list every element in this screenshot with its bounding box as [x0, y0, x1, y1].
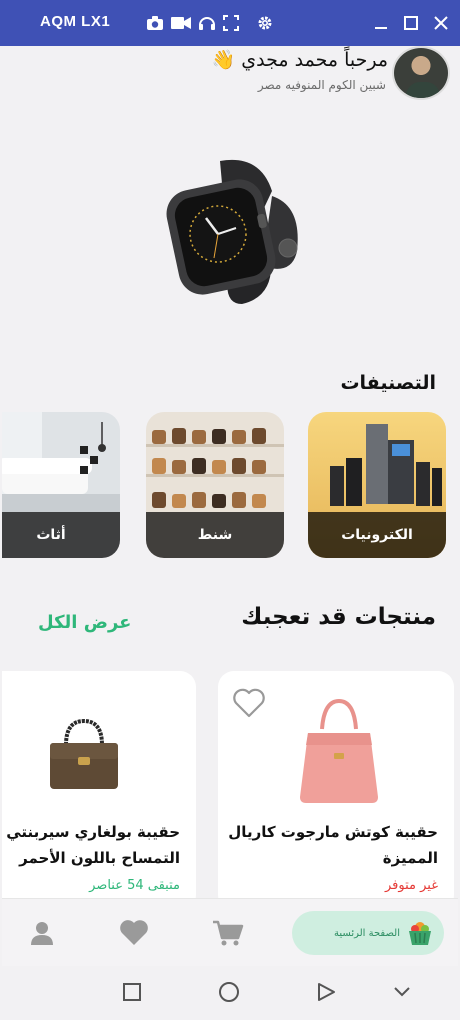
- cart-icon[interactable]: [210, 915, 246, 951]
- maximize-icon[interactable]: [400, 12, 422, 34]
- home-circle-icon[interactable]: [217, 980, 241, 1004]
- category-card-bags[interactable]: شنط: [146, 412, 284, 558]
- category-label: شنط: [146, 512, 284, 558]
- products-title: منتجات قد تعجبك: [241, 604, 436, 630]
- bags-image: [146, 428, 284, 508]
- chevron-down-icon[interactable]: [390, 980, 414, 1004]
- bottom-navigation: الصفحة الرئسية: [2, 898, 458, 966]
- category-label: أثاث: [2, 512, 120, 558]
- heart-icon[interactable]: [116, 915, 152, 951]
- categories-title: التصنيفات: [340, 372, 436, 394]
- product-card[interactable]: حقيبة كوتش مارجوت كاريال المميزة غير متو…: [218, 671, 454, 911]
- video-icon[interactable]: [170, 12, 192, 34]
- settings-icon[interactable]: [254, 12, 276, 34]
- emulator-window: AQM LX1 مرحباً محمد مجدي 👋 شبين الكوم ال…: [0, 0, 460, 1020]
- fullscreen-icon[interactable]: [220, 12, 242, 34]
- avatar[interactable]: [392, 46, 450, 100]
- avatar-figure: [406, 82, 440, 98]
- furniture-image: [2, 412, 120, 512]
- electronics-image: [330, 424, 442, 506]
- headphones-icon[interactable]: [196, 12, 218, 34]
- product-name: حقيبة كوتش مارجوت كاريال المميزة: [228, 823, 438, 867]
- system-navigation-bar: [0, 966, 460, 1020]
- back-triangle-icon[interactable]: [314, 980, 338, 1004]
- greeting-text: مرحباً محمد مجدي 👋: [211, 49, 388, 71]
- product-image: [300, 698, 378, 803]
- close-icon[interactable]: [430, 12, 452, 34]
- emulator-title-bar: AQM LX1: [0, 0, 460, 46]
- product-image: [50, 718, 118, 789]
- view-all-link[interactable]: عرض الكل: [38, 612, 131, 633]
- app-screen: مرحباً محمد مجدي 👋 شبين الكوم المنوفيه م…: [2, 46, 458, 966]
- camera-icon[interactable]: [144, 12, 166, 34]
- product-stock-status: متبقى 54 عناصر: [89, 878, 180, 893]
- nav-home-button[interactable]: الصفحة الرئسية: [292, 911, 444, 955]
- user-profile-icon[interactable]: [24, 915, 60, 951]
- minimize-icon[interactable]: [370, 12, 392, 34]
- category-card-furniture[interactable]: أثاث: [2, 412, 120, 558]
- category-card-electronics[interactable]: الكترونيات: [308, 412, 446, 558]
- heart-outline-icon[interactable]: [232, 687, 266, 723]
- product-name: حقيبة بولغاري سيربنتي جلد التمساح باللون…: [2, 823, 180, 867]
- category-label: الكترونيات: [308, 512, 446, 558]
- shopping-basket-icon: [409, 922, 431, 945]
- product-stock-status: غير متوفر: [384, 878, 438, 893]
- window-title: AQM LX1: [40, 13, 111, 30]
- product-card[interactable]: حقيبة بولغاري سيربنتي جلد التمساح باللون…: [2, 671, 196, 911]
- nav-home-label: الصفحة الرئسية: [334, 927, 400, 939]
- recent-apps-icon[interactable]: [120, 980, 144, 1004]
- promo-banner-watch[interactable]: [132, 156, 332, 306]
- location-text: شبين الكوم المنوفيه مصر: [257, 78, 386, 92]
